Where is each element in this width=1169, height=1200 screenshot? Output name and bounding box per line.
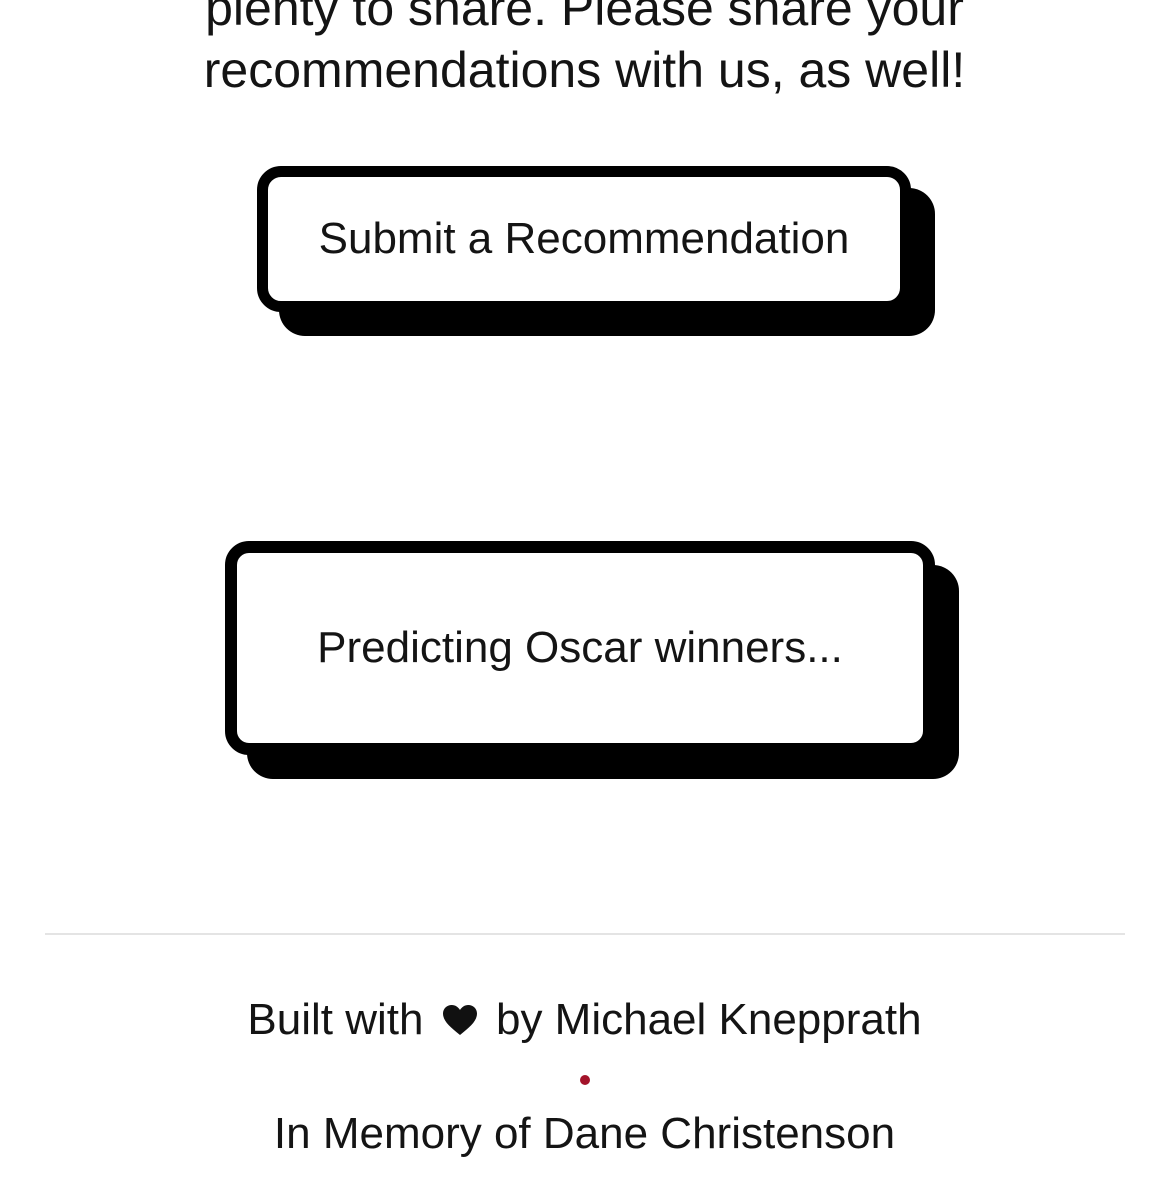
- intro-line-1: plenty to share. Please share your: [205, 0, 964, 36]
- in-memory-line: In Memory of Dane Christenson: [273, 1109, 896, 1158]
- submit-button-label: Submit a Recommendation: [318, 214, 850, 263]
- heart-icon: [442, 1005, 477, 1035]
- predict-button-label: Predicting Oscar winners...: [317, 623, 843, 672]
- built-with-line: Built with by Michael Knepprath: [0, 995, 1169, 1045]
- dot-icon: [580, 1075, 590, 1085]
- predict-oscar-winners-button[interactable]: Predicting Oscar winners...: [225, 541, 935, 755]
- intro-line-2: recommendations with us, as well!: [203, 42, 966, 98]
- built-with-author: by Michael Knepprath: [495, 995, 922, 1044]
- footer-divider: [45, 933, 1125, 935]
- intro-text: plenty to share. Please share your recom…: [0, 0, 1169, 101]
- submit-recommendation-button[interactable]: Submit a Recommendation: [257, 166, 911, 312]
- built-with-prefix: Built with: [247, 995, 424, 1044]
- submit-recommendation-container: Submit a Recommendation: [257, 166, 935, 338]
- predict-oscar-container: Predicting Oscar winners...: [225, 541, 959, 781]
